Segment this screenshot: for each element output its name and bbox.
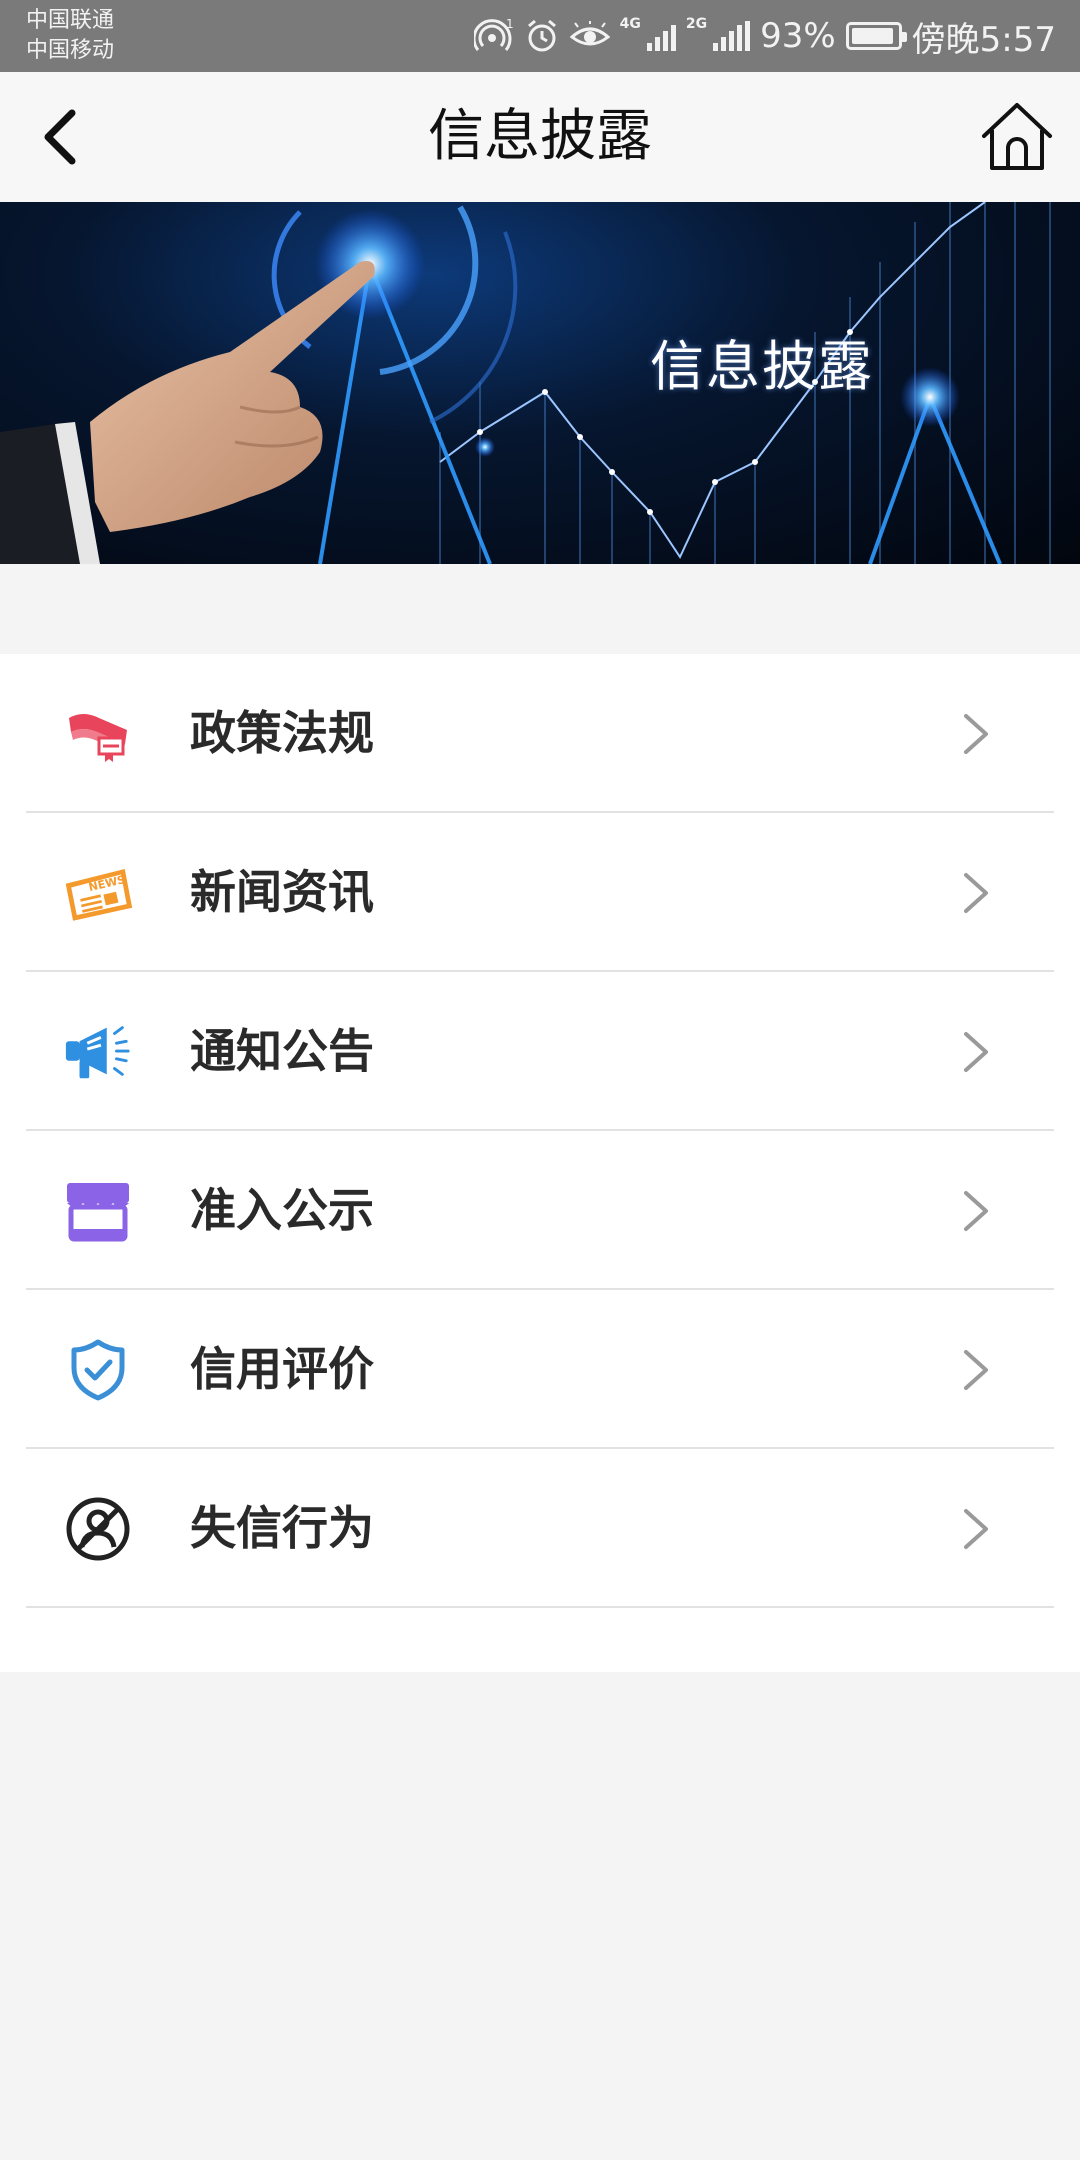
chevron-right-icon [964, 1350, 988, 1390]
menu-item-label: 通知公告 [190, 1024, 374, 1078]
menu-item-notice[interactable]: 通知公告 [26, 972, 1054, 1131]
network-type-1: 4G [619, 16, 641, 32]
alarm-icon [524, 18, 560, 54]
menu-item-label: 准入公示 [190, 1183, 374, 1237]
banner-graphic [0, 202, 1051, 564]
chevron-right-icon [964, 1191, 988, 1231]
menu-item-label: 政策法规 [190, 706, 374, 760]
menu-item-policy[interactable]: 政策法规 [26, 654, 1054, 813]
status-bar: 中国联通 中国移动 1 4G 2G 93% 傍晚5:57 [0, 0, 1080, 72]
menu-item-credit[interactable]: 信用评价 [26, 1290, 1054, 1449]
svg-text:1: 1 [506, 18, 514, 31]
shield-check-icon [62, 1334, 134, 1406]
menu-item-label: 新闻资讯 [190, 865, 374, 919]
menu-item-dishonest[interactable]: 失信行为 [26, 1449, 1054, 1608]
network-type-2: 2G [685, 16, 708, 32]
banner-image: 信息披露 [0, 202, 1080, 564]
chevron-right-icon [964, 1509, 988, 1549]
home-icon [982, 103, 1052, 170]
newspaper-icon: NEWS [62, 857, 134, 929]
carrier-info: 中国联通 中国移动 [26, 6, 114, 66]
hotspot-icon: 1 [473, 18, 514, 54]
prohibited-person-icon [62, 1493, 134, 1565]
battery-percent: 93% [760, 16, 836, 56]
battery-icon [845, 22, 907, 50]
menu-item-admission[interactable]: 准入公示 [26, 1131, 1054, 1290]
carrier-1: 中国联通 [26, 8, 115, 33]
menu-item-label: 信用评价 [190, 1342, 374, 1396]
chevron-right-icon [964, 873, 988, 913]
status-icons: 1 4G 2G 93% 傍晚5:57 [473, 0, 1056, 72]
megaphone-icon [62, 1016, 134, 1088]
banner-title: 信息披露 [650, 335, 874, 398]
page-title: 信息披露 [428, 104, 652, 169]
menu-list: 政策法规 NEWS 新闻资讯 通知公告 准入公示 信用评价 失信行为 [0, 654, 1080, 1672]
chevron-right-icon [964, 1032, 988, 1072]
menu-item-label: 失信行为 [190, 1501, 374, 1555]
clock: 傍晚5:57 [911, 19, 1056, 60]
carrier-2: 中国移动 [26, 38, 115, 63]
chevron-right-icon [964, 714, 988, 754]
nav-bar: 信息披露 [0, 72, 1080, 202]
law-book-icon [62, 698, 134, 770]
storefront-icon [62, 1175, 134, 1247]
eye-comfort-icon [569, 21, 610, 51]
signal-icon-1 [646, 21, 676, 51]
home-button[interactable] [974, 94, 1060, 180]
signal-icon-2 [713, 21, 751, 51]
menu-item-news[interactable]: NEWS 新闻资讯 [26, 813, 1054, 972]
